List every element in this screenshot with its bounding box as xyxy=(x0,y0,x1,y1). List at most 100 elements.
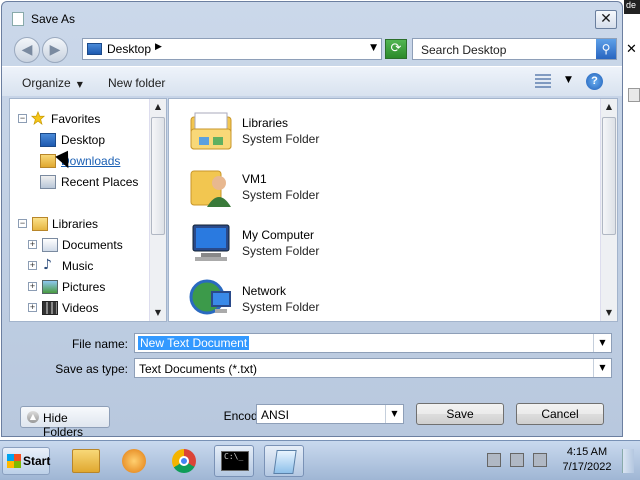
scroll-down-icon[interactable]: ▼ xyxy=(150,305,166,321)
favorites-group[interactable]: − Favorites xyxy=(18,111,148,129)
documents-icon xyxy=(42,238,58,252)
back-button[interactable]: ◀ xyxy=(14,37,40,63)
scroll-thumb[interactable] xyxy=(151,117,165,235)
nav-item-label: Recent Places xyxy=(61,175,139,189)
file-name-value[interactable]: New Text Document xyxy=(138,336,250,350)
nav-item-label: Music xyxy=(62,259,94,273)
expand-icon[interactable]: + xyxy=(28,261,37,270)
organize-button[interactable]: Organize ▼ xyxy=(22,76,83,90)
view-options-icon[interactable] xyxy=(535,74,551,88)
search-input[interactable]: Search Desktop ⚲ xyxy=(412,38,617,60)
libraries-group[interactable]: − Libraries xyxy=(18,216,148,234)
file-list: Libraries System Folder VM1 System Folde… xyxy=(168,98,618,322)
favorites-label: Favorites xyxy=(51,112,101,126)
scroll-up-icon[interactable]: ▲ xyxy=(601,99,617,115)
collapse-icon[interactable]: − xyxy=(18,219,27,228)
file-list-scrollbar[interactable]: ▲ ▼ xyxy=(600,99,617,321)
new-folder-button[interactable]: New folder xyxy=(108,76,165,90)
clock-time: 4:15 AM xyxy=(566,446,608,458)
pictures-icon xyxy=(42,280,58,294)
cancel-button[interactable]: Cancel xyxy=(516,403,604,425)
nav-item-videos[interactable]: + Videos xyxy=(28,300,148,318)
show-desktop-button[interactable] xyxy=(622,449,634,473)
nav-item-label: Videos xyxy=(62,301,99,315)
save-button[interactable]: Save xyxy=(416,403,504,425)
desktop-icon xyxy=(87,43,102,55)
address-location[interactable]: Desktop xyxy=(107,42,151,56)
music-icon: ♪ xyxy=(43,257,52,273)
file-name-field[interactable]: New Text Document ▼ xyxy=(134,333,612,353)
chevron-right-icon[interactable]: ▶ xyxy=(155,42,162,52)
nav-item-documents[interactable]: + Documents xyxy=(28,237,148,255)
tray-volume-icon[interactable] xyxy=(533,453,547,467)
scroll-up-icon[interactable]: ▲ xyxy=(150,99,166,115)
background-window xyxy=(620,0,640,440)
libraries-icon xyxy=(32,217,48,231)
expand-icon[interactable]: + xyxy=(28,240,37,249)
file-item-name: VM1 xyxy=(242,172,267,186)
save-form: File name: New Text Document ▼ Save as t… xyxy=(2,326,622,439)
nav-item-pictures[interactable]: + Pictures xyxy=(28,279,148,297)
background-window-edge: de xyxy=(624,0,640,14)
nav-item-music[interactable]: + ♪ Music xyxy=(28,257,148,276)
file-item-libraries[interactable]: Libraries System Folder xyxy=(187,107,487,157)
nav-item-desktop[interactable]: Desktop xyxy=(40,132,150,150)
desktop-icon xyxy=(40,133,56,147)
taskbar-notepad[interactable] xyxy=(264,445,304,477)
organize-label: Organize xyxy=(22,76,71,90)
start-button[interactable]: Start xyxy=(2,447,50,475)
file-item-vm1[interactable]: VM1 System Folder xyxy=(187,163,487,213)
tray-action-center-icon[interactable] xyxy=(487,453,501,467)
nav-scrollbar[interactable]: ▲ ▼ xyxy=(149,99,166,321)
title-bar[interactable]: Save As ✕ xyxy=(2,2,622,32)
star-icon xyxy=(30,111,46,125)
save-as-dialog: Save As ✕ ◀ ▶ Desktop ▶ ▼ ⟳ Search Deskt… xyxy=(1,1,623,439)
network-icon xyxy=(189,279,231,315)
encoding-dropdown-icon[interactable]: ▼ xyxy=(385,405,403,423)
address-row: ◀ ▶ Desktop ▶ ▼ ⟳ Search Desktop ⚲ xyxy=(2,33,622,65)
nav-item-label: Pictures xyxy=(62,280,106,294)
navigation-pane: − Favorites Desktop Downloads Recent Pla… xyxy=(9,98,167,322)
expand-icon[interactable]: + xyxy=(28,303,37,312)
file-item-type: System Folder xyxy=(242,300,320,314)
encoding-value: ANSI xyxy=(261,408,290,422)
taskbar-chrome[interactable] xyxy=(164,445,204,477)
libraries-label: Libraries xyxy=(52,217,99,231)
expand-icon[interactable]: + xyxy=(28,282,37,291)
help-icon[interactable]: ? xyxy=(586,73,603,90)
close-button[interactable]: ✕ xyxy=(595,10,617,29)
explorer-icon xyxy=(72,449,100,473)
view-chevron-down-icon[interactable]: ▼ xyxy=(565,75,572,85)
tray-network-icon[interactable] xyxy=(510,453,524,467)
address-dropdown-icon[interactable]: ▼ xyxy=(370,43,377,53)
refresh-button[interactable]: ⟳ xyxy=(385,39,407,59)
encoding-select[interactable]: ANSI ▼ xyxy=(256,404,404,424)
address-bar[interactable]: Desktop ▶ ▼ xyxy=(82,38,382,60)
scroll-thumb[interactable] xyxy=(602,117,616,235)
notepad-icon xyxy=(273,450,297,474)
file-item-name: Network xyxy=(242,284,287,298)
save-type-dropdown-icon[interactable]: ▼ xyxy=(593,359,611,377)
videos-icon xyxy=(42,301,58,315)
collapse-icon[interactable]: − xyxy=(18,114,27,123)
hide-folders-label: Hide Folders xyxy=(43,411,84,439)
taskbar-media-player[interactable] xyxy=(114,445,154,477)
file-item-network[interactable]: Network System Folder xyxy=(187,275,487,325)
save-type-select[interactable]: Text Documents (*.txt) ▼ xyxy=(134,358,612,378)
hide-folders-button[interactable]: ▲ Hide Folders xyxy=(20,406,110,439)
taskbar-clock[interactable]: 4:15 AM 7/17/2022 xyxy=(560,445,614,475)
command-bar: Organize ▼ New folder ▼ ? xyxy=(2,66,622,96)
background-close-icon[interactable]: ✕ xyxy=(626,42,640,58)
file-name-dropdown-icon[interactable]: ▼ xyxy=(593,334,611,352)
file-item-type: System Folder xyxy=(242,188,320,202)
taskbar-explorer[interactable] xyxy=(66,445,106,477)
background-scrollbar[interactable] xyxy=(628,88,640,102)
media-player-icon xyxy=(122,449,146,473)
forward-button[interactable]: ▶ xyxy=(42,37,68,63)
search-icon[interactable]: ⚲ xyxy=(596,39,616,59)
file-item-my-computer[interactable]: My Computer System Folder xyxy=(187,219,487,269)
libraries-folder-icon xyxy=(190,112,232,150)
nav-item-recent-places[interactable]: Recent Places xyxy=(40,174,150,192)
taskbar-cmd[interactable]: C:\_ xyxy=(214,445,254,477)
scroll-down-icon[interactable]: ▼ xyxy=(601,305,617,321)
